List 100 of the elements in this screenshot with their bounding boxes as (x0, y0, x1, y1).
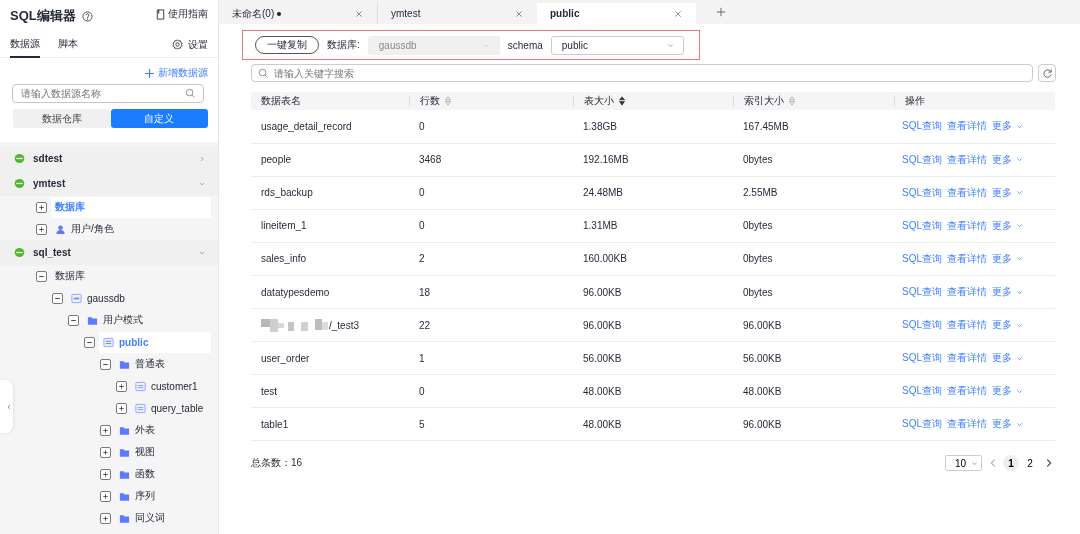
table-cell: 1 (419, 352, 425, 364)
action-link[interactable]: 查看详情 (947, 285, 987, 299)
tree-item[interactable]: query_table (131, 397, 211, 419)
table-cell: 0bytes (743, 286, 773, 298)
table-cell: 0bytes (743, 253, 773, 265)
table-cell: 167.45MB (743, 120, 789, 132)
table-cell: 1.31MB (583, 220, 618, 232)
editor-tab[interactable]: public (537, 3, 696, 24)
tree-item[interactable]: 用户/角色 (51, 218, 211, 240)
table-cell: 96.00KB (583, 286, 622, 298)
action-link[interactable]: SQL查询 (902, 152, 942, 167)
action-link[interactable]: 更多 (992, 185, 1024, 200)
table-cell: 48.00KB (743, 385, 782, 397)
action-link[interactable]: 查看详情 (947, 417, 987, 432)
table-cell: user_order (261, 352, 310, 364)
action-link[interactable]: SQL查询 (902, 318, 942, 333)
tree-item[interactable]: customer1 (131, 375, 211, 397)
table-cell: 1.38GB (583, 120, 617, 132)
table-cell: people (261, 154, 292, 166)
tree-item[interactable]: public (99, 331, 211, 353)
action-link[interactable]: 查看详情 (947, 251, 987, 266)
action-link[interactable]: 更多 (992, 119, 1024, 134)
action-link[interactable]: 更多 (992, 351, 1024, 366)
table-cell: 96.00KB (743, 319, 782, 331)
table-cell: /_test3 (329, 319, 360, 331)
action-link[interactable]: 更多 (992, 417, 1024, 432)
tree-item[interactable]: 数据库 (51, 196, 211, 218)
action-link[interactable]: 查看详情 (947, 351, 987, 366)
table-cell: 48.00KB (583, 418, 622, 430)
action-link[interactable]: SQL查询 (902, 285, 942, 299)
settings-button[interactable]: 设置 (166, 37, 208, 52)
table-cell: 48.00KB (583, 385, 622, 397)
table-cell: 192.16MB (583, 154, 629, 166)
table-cell: 24.48MB (583, 187, 624, 199)
page-size-select[interactable]: 10 (945, 455, 982, 472)
action-link[interactable]: SQL查询 (902, 218, 942, 233)
tree-item[interactable]: 同义词 (115, 507, 211, 529)
table-cell: 96.00KB (743, 418, 782, 430)
column-header: 索引大小 (744, 94, 784, 108)
table-cell: 2 (419, 253, 425, 265)
action-link[interactable]: 查看详情 (947, 185, 987, 200)
tree-item[interactable]: 数据库 (51, 265, 211, 287)
table-cell: 2.55MB (743, 187, 778, 199)
action-link[interactable]: 查看详情 (947, 318, 987, 333)
action-link[interactable]: 更多 (992, 318, 1024, 333)
guide-link[interactable]: 使用指南 (149, 7, 208, 21)
datasource-item[interactable]: ymtest (0, 171, 218, 196)
datasource-item[interactable]: sdtest (0, 146, 218, 171)
action-link[interactable]: SQL查询 (902, 351, 942, 366)
datasource-item[interactable]: sql_test (0, 240, 218, 265)
segment-button[interactable]: 自定义 (110, 109, 208, 128)
table-cell: 56.00KB (583, 352, 622, 364)
tree-item[interactable]: 用户模式 (83, 309, 211, 331)
table-cell: 22 (419, 319, 431, 331)
search-field[interactable]: 请输入关键字搜索 (251, 64, 1033, 82)
action-link[interactable]: 更多 (992, 218, 1024, 233)
tree-item[interactable]: 序列 (115, 485, 211, 507)
table-cell: 18 (419, 286, 431, 298)
table-cell: rds_backup (261, 187, 313, 199)
tree-item[interactable]: 视图 (115, 441, 211, 463)
editor-tab[interactable]: ymtest (378, 3, 537, 24)
column-header: 操作 (905, 94, 925, 108)
page-button[interactable]: 1 (1003, 455, 1019, 472)
tree-item[interactable]: 函数 (115, 463, 211, 485)
action-link[interactable]: 查看详情 (947, 152, 987, 167)
action-link[interactable]: 更多 (992, 152, 1024, 167)
table-cell: datatypesdemo (261, 286, 330, 298)
page-button[interactable]: 2 (1022, 455, 1038, 472)
tree-item[interactable]: 外表 (115, 419, 211, 441)
table-cell: 3468 (419, 154, 442, 166)
sidebar-tab[interactable]: 脚本 (58, 31, 78, 58)
action-link[interactable]: 查看详情 (947, 218, 987, 233)
table-cell: 0 (419, 220, 425, 232)
table-cell: 56.00KB (743, 352, 782, 364)
action-link[interactable]: SQL查询 (902, 119, 942, 134)
select-field[interactable]: public (550, 35, 684, 55)
source-search-field[interactable]: 请输入数据源名称 (12, 84, 204, 103)
action-link[interactable]: 更多 (992, 384, 1024, 399)
sidebar-tab[interactable]: 数据源 (10, 31, 40, 58)
segment-button[interactable]: 数据仓库 (13, 109, 111, 128)
action-link[interactable]: 查看详情 (947, 384, 987, 399)
action-link[interactable]: 查看详情 (947, 119, 987, 134)
field-label: schema (507, 39, 543, 51)
column-header: 行数 (420, 94, 440, 108)
action-link[interactable]: 更多 (992, 251, 1024, 266)
add-source-link[interactable]: 新增数据源 (138, 66, 208, 80)
tree-item[interactable]: gaussdb (67, 287, 211, 309)
copy-button[interactable]: 一键复制 (255, 36, 319, 54)
action-link[interactable]: SQL查询 (902, 251, 942, 266)
action-link[interactable]: SQL查询 (902, 185, 942, 200)
editor-tab[interactable]: 未命名(0) (219, 3, 378, 24)
action-link[interactable]: 更多 (992, 285, 1024, 299)
table-cell: 0 (419, 385, 425, 397)
total-count: 总条数：16 (251, 456, 303, 471)
table-cell: 0 (419, 187, 425, 199)
tree-item[interactable]: 普通表 (115, 353, 211, 375)
table-cell: 96.00KB (583, 319, 622, 331)
action-link[interactable]: SQL查询 (902, 384, 942, 399)
table-cell: 0 (419, 120, 425, 132)
action-link[interactable]: SQL查询 (902, 417, 942, 432)
